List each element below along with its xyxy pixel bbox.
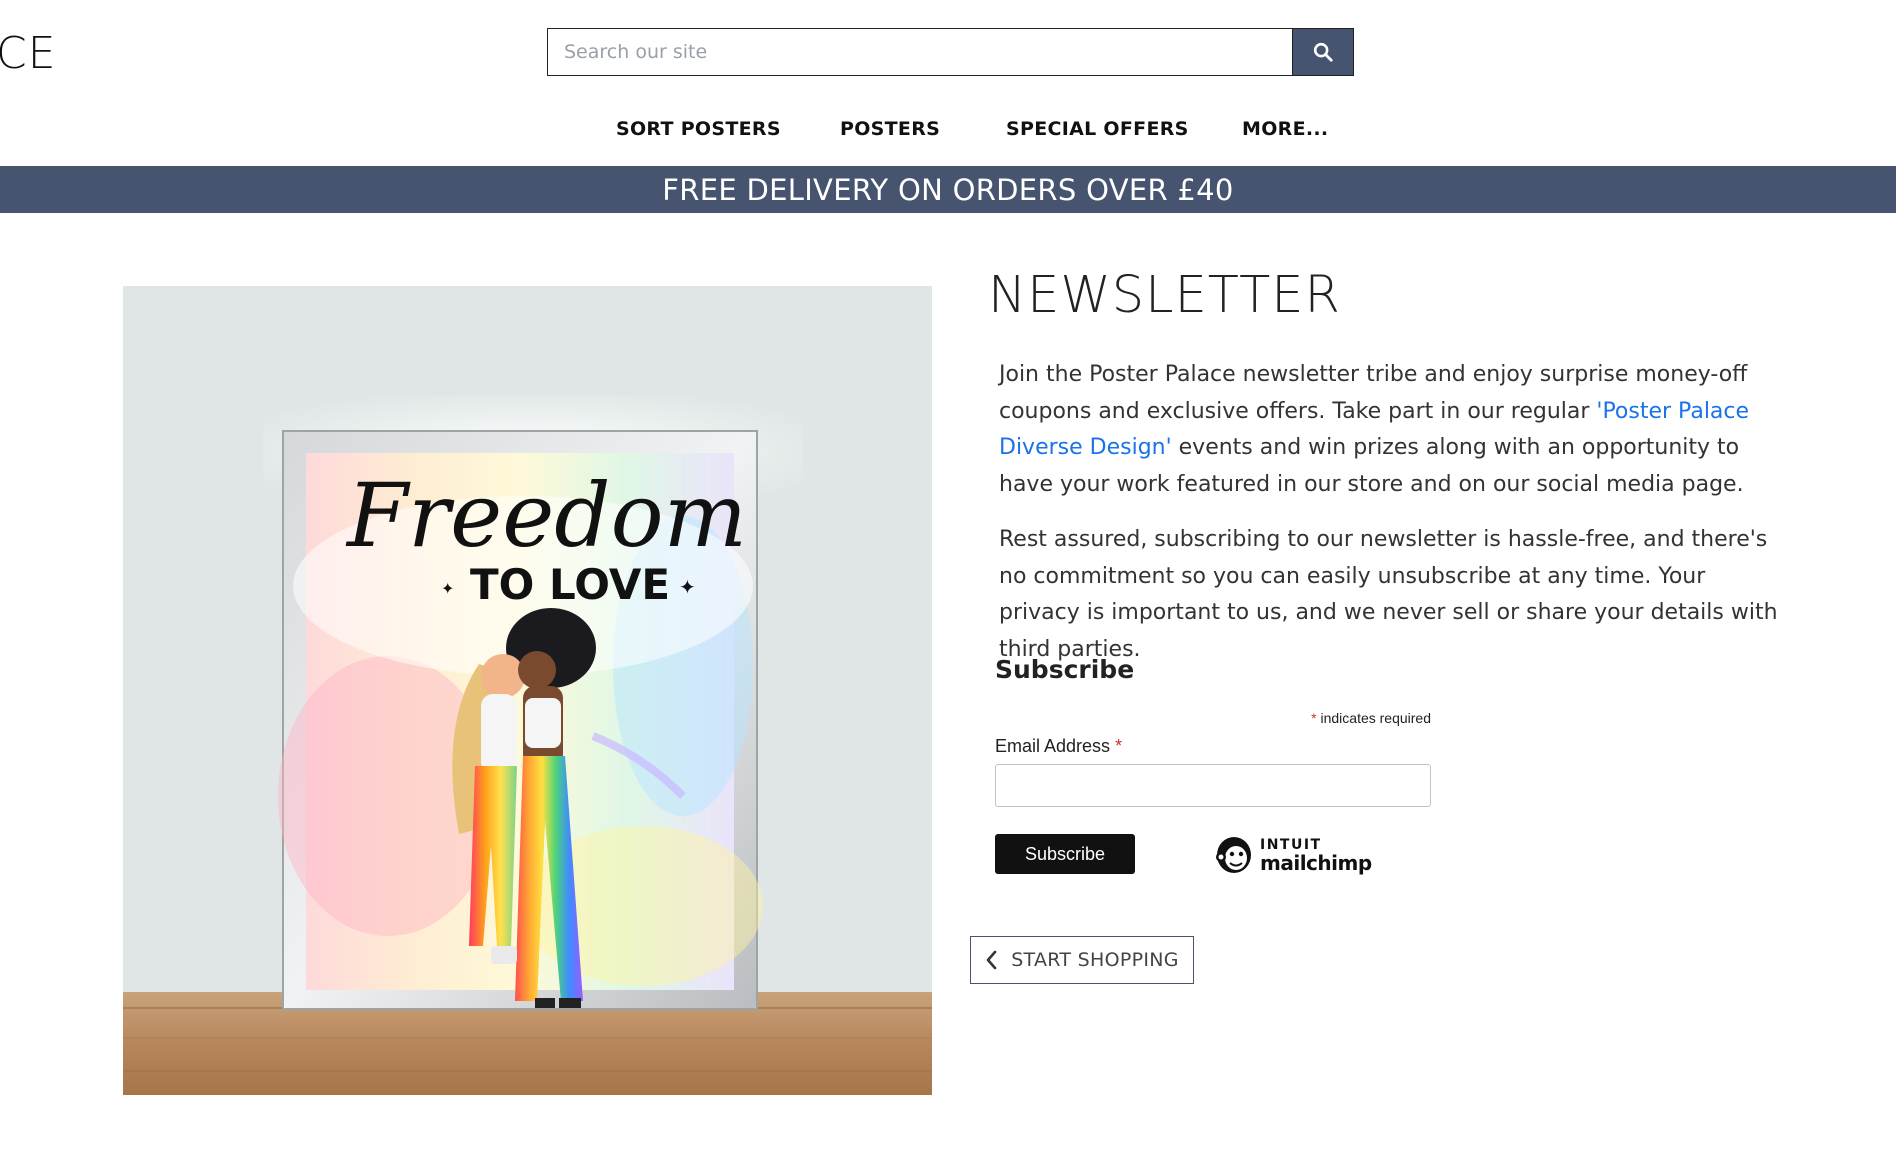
email-field[interactable] xyxy=(995,764,1431,807)
main-nav: SORT POSTERS POSTERS SPECIAL OFFERS MORE… xyxy=(0,118,1896,148)
svg-text:✦: ✦ xyxy=(679,575,696,599)
chevron-left-icon xyxy=(986,950,997,970)
mailchimp-logo[interactable]: INTUIT mailchimp xyxy=(1214,833,1372,875)
hero-image: Freedom TO LOVE ✦ ✦ xyxy=(123,286,932,1095)
search-bar xyxy=(547,28,1354,76)
nav-item-posters[interactable]: POSTERS xyxy=(840,118,940,140)
required-note-text: indicates required xyxy=(1316,710,1431,726)
subscribe-button[interactable]: Subscribe xyxy=(995,834,1135,874)
email-required-asterisk: * xyxy=(1115,736,1123,756)
nav-item-sort-posters[interactable]: SORT POSTERS xyxy=(616,118,781,140)
poster-script-text: Freedom xyxy=(345,464,747,567)
email-label-text: Email Address xyxy=(995,736,1116,756)
newsletter-intro: Join the Poster Palace newsletter tribe … xyxy=(999,357,1789,503)
delivery-banner: FREE DELIVERY ON ORDERS OVER £40 xyxy=(0,166,1896,213)
poster-mockup-illustration: Freedom TO LOVE ✦ ✦ xyxy=(123,286,932,1095)
nav-item-special-offers[interactable]: SPECIAL OFFERS xyxy=(1006,118,1189,140)
start-shopping-button[interactable]: START SHOPPING xyxy=(970,936,1194,984)
required-note: * indicates required xyxy=(995,710,1431,726)
mailchimp-name-text: mailchimp xyxy=(1260,851,1372,875)
subscribe-heading: Subscribe xyxy=(995,655,1135,684)
site-logo[interactable]: CE xyxy=(0,28,57,79)
page-title: NEWSLETTER xyxy=(988,266,1341,325)
poster-tagline-text: TO LOVE xyxy=(470,560,670,609)
email-label: Email Address * xyxy=(995,736,1122,757)
mailchimp-freddie-icon xyxy=(1216,837,1251,873)
nav-item-more[interactable]: MORE... xyxy=(1242,118,1328,140)
search-input[interactable] xyxy=(547,28,1292,76)
start-shopping-label: START SHOPPING xyxy=(1011,949,1179,971)
banner-text: FREE DELIVERY ON ORDERS OVER £40 xyxy=(662,172,1234,207)
search-button[interactable] xyxy=(1292,28,1354,76)
svg-text:✦: ✦ xyxy=(441,579,454,598)
newsletter-privacy: Rest assured, subscribing to our newslet… xyxy=(999,527,1778,662)
search-icon xyxy=(1313,42,1333,62)
